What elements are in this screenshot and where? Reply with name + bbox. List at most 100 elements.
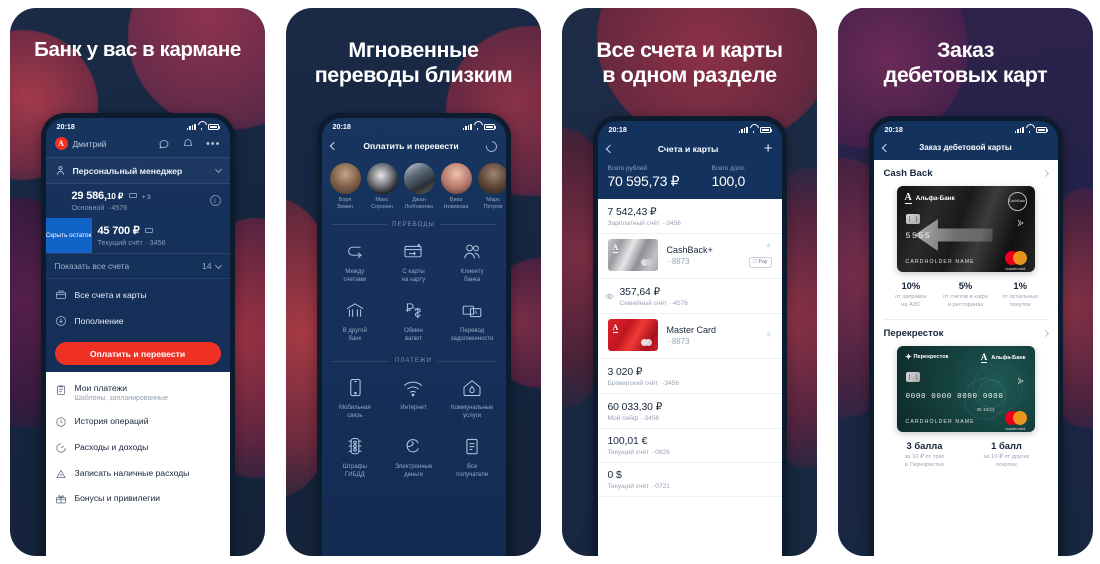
perk-value: 3 балла [906,440,943,452]
card-number: 0000 0000 0000 0000 [905,393,1004,402]
grid-label: Все получатели [456,464,489,479]
contacts-carousel[interactable]: Боря Зимин Макс Сорокин Джан Любовенко В… [322,157,506,216]
more-options-icon[interactable]: ••• [206,138,221,149]
wifi-icon [750,127,757,133]
status-bar: 20:18 [874,121,1058,138]
hide-balance-button[interactable]: Скрыть остаток [45,218,92,253]
account-subtitle: Текущий счёт ··0826 [607,449,670,456]
menu-item-cash-expenses[interactable]: Записать наличные расходы [46,461,230,487]
house-drop-icon [445,375,500,401]
list-item[interactable]: 60 033,30 ₽ Мой сейф ··3456 [597,394,782,429]
cashback-badge: CashBack [1007,192,1027,211]
list-item[interactable]: 100,01 € Текущий счёт ··0826 [597,429,782,463]
menu-item-history[interactable]: История операций [46,409,230,435]
menu-item-bonuses[interactable]: Бонусы и привилегии [46,487,230,512]
menu-item-topup[interactable]: Пополнение [46,308,230,334]
card-preview-perekrestok[interactable]: Перекресток A Альфа-Банк 0000 0000 0000 … [896,346,1035,433]
promo-panel-3: Все счета и карты в одном разделе 20:18 [562,8,817,556]
contact-item[interactable]: Вика Новикова [440,163,472,212]
avatar [440,163,472,194]
chevron-right-icon[interactable] [1041,169,1049,178]
grid-item-between-accounts[interactable]: Между счетами [326,234,385,291]
avatar[interactable]: A [54,137,68,150]
plus-icon[interactable]: + [764,141,773,156]
account-amount: 29 586,10 ₽ + 3 [71,190,151,202]
list-item[interactable]: A CashBack+ ··8873 ✳  [597,234,782,279]
info-icon[interactable]: i [209,195,221,206]
chevron-down-icon [214,165,222,174]
promo-panel-4: Заказ дебетовых карт 20:18 Заказ дебетов… [838,8,1093,556]
grid-item-other-bank[interactable]: В другой банк [326,293,385,350]
app-header: A Дмитрий ••• [46,135,230,157]
card-holder: CARDHOLDER NAME [905,259,975,265]
nav-bar: Оплатить и перевести [322,135,506,157]
card-chip-icon [145,227,154,233]
panel-title: Все счета и карты в одном разделе [596,38,783,88]
wifi-icon [474,124,481,130]
battery-icon [1035,126,1048,133]
card-chip-icon [128,192,137,198]
notification-bell-icon[interactable] [182,138,194,150]
wifi-icon [386,375,441,401]
grid-item-card-to-card[interactable]: С карты на карту [384,234,443,291]
contact-item[interactable]: Макс Сорокин [366,163,398,212]
grid-label: Мобильная связь [338,404,371,419]
grid-item-all-recipients[interactable]: Все получатели [443,429,502,486]
grid-item-e-money[interactable]: Электронные деньги [384,429,443,486]
list-item[interactable]: 7 542,43 ₽ Зарплатный счёт ··3456 [597,199,782,234]
phone-mockup: 20:18 Заказ дебетовой карты Cash Back A … [868,116,1063,556]
smartphone-icon [328,375,383,401]
account-row-primary[interactable]: 29 586,10 ₽ + 3 Основной ··4576 i [46,184,230,218]
mastercard-icon [1004,411,1027,426]
personal-manager-label: Персональный менеджер [72,165,183,176]
offer-header-cashback[interactable]: Cash Back [884,168,1049,179]
signal-icon [462,123,472,130]
arrow-loop-icon [328,239,383,265]
mastercard-icon [1004,251,1027,265]
battery-icon [759,126,772,133]
offer-header-perekrestok[interactable]: Перекресток [884,328,1049,339]
grid-item-bank-client[interactable]: Клиенту банка [443,234,502,291]
show-all-accounts-row[interactable]: Показать все счета 14 [45,253,230,279]
contact-item[interactable]: Боря Зимин [329,163,361,212]
card-name: Master Card [666,324,717,335]
chevron-right-icon[interactable] [1041,330,1049,338]
mastercard-wordmark: mastercard [1005,426,1026,431]
perk-description: за 10 ₽ от трат в Перекрестке [904,454,945,469]
bank-card-red: A [607,319,658,351]
list-item[interactable]: 357,64 ₽ Семейный счёт ··4576 [597,279,782,314]
avatar [403,163,435,194]
contact-item[interactable]: Джан Любовенко [403,163,435,212]
list-item[interactable]: A Master Card ··8873 ✳ [597,314,782,359]
menu-item-my-payments[interactable]: Мои платежи Шаблоны, запланированные [46,376,230,409]
grid-item-currency-exchange[interactable]: Обмен валют [384,293,443,350]
account-subtitle: Брокерский счёт ··3456 [607,380,680,387]
phone-screen: 20:18 Заказ дебетовой карты Cash Back A … [873,121,1058,556]
screenshot-gallery: Банк у вас в кармане 20:18 A Дмитрий •••… [0,0,1100,564]
grid-item-mobile[interactable]: Мобильная связь [326,370,385,427]
account-row-current[interactable]: Скрыть остаток 45 700 ₽ Текущий счёт ··3… [45,218,230,253]
pay-and-transfer-button[interactable]: Оплатить и перевести [54,342,221,365]
grid-item-traffic-fines[interactable]: Штрафы ГИБДД [326,429,385,486]
grid-item-debt-transfer[interactable]: A Перевод задолженности [443,293,502,350]
pie-icon [55,442,67,454]
perk-value: 10% [901,280,921,291]
grid-label: Штрафы ГИБДД [342,464,367,479]
cash-icon [55,468,67,480]
contact-item[interactable]: Марк Петров [477,163,506,212]
phone-screen: 20:18 A Дмитрий ••• Персональный менедже… [45,118,230,556]
chat-icon[interactable] [158,138,170,150]
grid-item-utilities[interactable]: Коммунальные услуги [443,370,502,427]
card-badges: ✳  Pay [749,242,772,268]
list-item[interactable]: 3 020 ₽ Брокерский счёт ··3456 [597,359,782,394]
menu-item-expenses[interactable]: Расходы и доходы [46,435,230,461]
total-value: 100,0 [711,173,746,189]
list-item[interactable]: 0 $ Текущий счёт ··0721 [597,463,782,497]
menu-item-all-accounts[interactable]: Все счета и карты [46,282,230,308]
perk-item: 1 балл за 10 ₽ от других покупок [966,440,1048,470]
status-bar: 20:18 [598,121,782,138]
grid-item-internet[interactable]: Интернет [384,370,443,427]
personal-manager-row[interactable]: Персональный менеджер [45,157,230,184]
refresh-icon[interactable] [483,138,499,154]
card-preview-cashback[interactable]: A Альфа-Банк CashBack 5555 CARDHOLDER NA… [896,186,1035,272]
